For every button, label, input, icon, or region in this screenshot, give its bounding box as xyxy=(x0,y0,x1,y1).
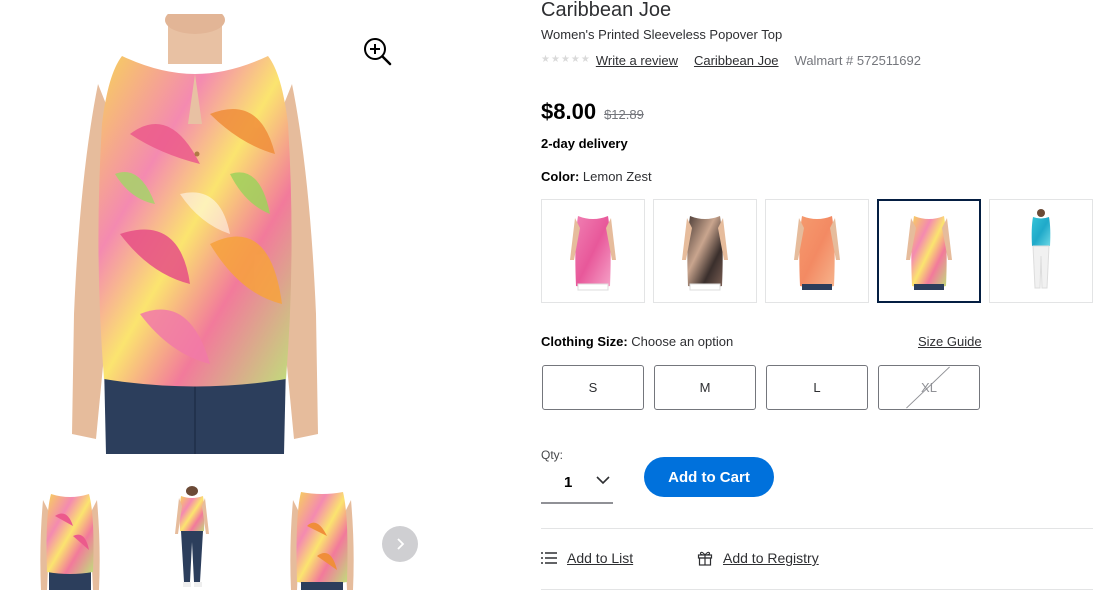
color-label: Color: Lemon Zest xyxy=(541,169,652,184)
add-to-list-button[interactable]: Add to List xyxy=(541,550,633,566)
size-option-m[interactable]: M xyxy=(654,365,756,410)
list-icon xyxy=(541,551,557,565)
size-option-s[interactable]: S xyxy=(542,365,644,410)
qty-label: Qty: xyxy=(541,448,564,462)
size-option-label: L xyxy=(813,380,821,395)
size-option-xl[interactable]: XL xyxy=(878,365,980,410)
quantity-select[interactable]: 1 xyxy=(541,462,613,504)
add-to-list-label: Add to List xyxy=(567,550,634,566)
product-brand-title: Caribbean Joe xyxy=(541,0,672,21)
walmart-sku: Walmart # 572511692 xyxy=(794,52,921,68)
brand-link[interactable]: Caribbean Joe xyxy=(694,53,779,68)
star-icon: ★ xyxy=(560,54,570,65)
write-review-link[interactable]: Write a review xyxy=(596,53,678,68)
thumbnail-front[interactable] xyxy=(35,486,105,590)
thumbnail-back[interactable] xyxy=(287,486,357,590)
quantity-value: 1 xyxy=(564,473,573,491)
color-swatch-pink-print[interactable] xyxy=(541,199,645,303)
rating-stars[interactable]: ★ ★ ★ ★ ★ xyxy=(541,55,590,65)
add-to-cart-button[interactable]: Add to Cart xyxy=(644,457,774,497)
chevron-right-icon[interactable] xyxy=(382,526,418,562)
add-to-registry-button[interactable]: Add to Registry xyxy=(697,550,819,566)
add-to-registry-label: Add to Registry xyxy=(723,550,819,566)
product-title: Women's Printed Sleeveless Popover Top xyxy=(541,27,783,42)
product-meta-row: ★ ★ ★ ★ ★ Write a review Caribbean Joe W… xyxy=(541,51,921,69)
size-label: Clothing Size: Choose an option xyxy=(541,334,733,349)
color-swatch-coral-print[interactable] xyxy=(765,199,869,303)
color-selected-value: Lemon Zest xyxy=(582,169,652,184)
star-icon: ★ xyxy=(580,54,590,65)
price-row: $8.00 $12.89 xyxy=(541,99,644,125)
size-guide-link[interactable]: Size Guide xyxy=(918,334,982,349)
star-icon: ★ xyxy=(570,54,580,65)
size-label-key: Clothing Size: xyxy=(541,334,628,349)
zoom-in-icon[interactable] xyxy=(362,36,394,68)
thumbnail-full-body[interactable] xyxy=(157,486,227,590)
color-label-key: Color: xyxy=(541,169,580,184)
star-icon: ★ xyxy=(541,54,550,65)
color-swatch-aqua-print[interactable] xyxy=(989,199,1093,303)
gift-icon xyxy=(697,550,713,566)
main-product-image[interactable] xyxy=(60,14,330,454)
was-price: $12.89 xyxy=(604,107,644,122)
color-swatch-dark-floral[interactable] xyxy=(653,199,757,303)
size-option-label: S xyxy=(588,380,598,395)
size-option-l[interactable]: L xyxy=(766,365,868,410)
divider xyxy=(541,589,1093,590)
delivery-info: 2-day delivery xyxy=(541,136,628,151)
color-swatch-lemon-zest[interactable] xyxy=(877,199,981,303)
chevron-down-icon xyxy=(595,472,611,490)
current-price: $8.00 xyxy=(541,99,597,124)
size-selected-value: Choose an option xyxy=(631,334,734,349)
unavailable-slash xyxy=(906,366,950,409)
size-option-label: M xyxy=(699,380,711,395)
star-icon: ★ xyxy=(550,54,560,65)
divider xyxy=(541,528,1093,529)
